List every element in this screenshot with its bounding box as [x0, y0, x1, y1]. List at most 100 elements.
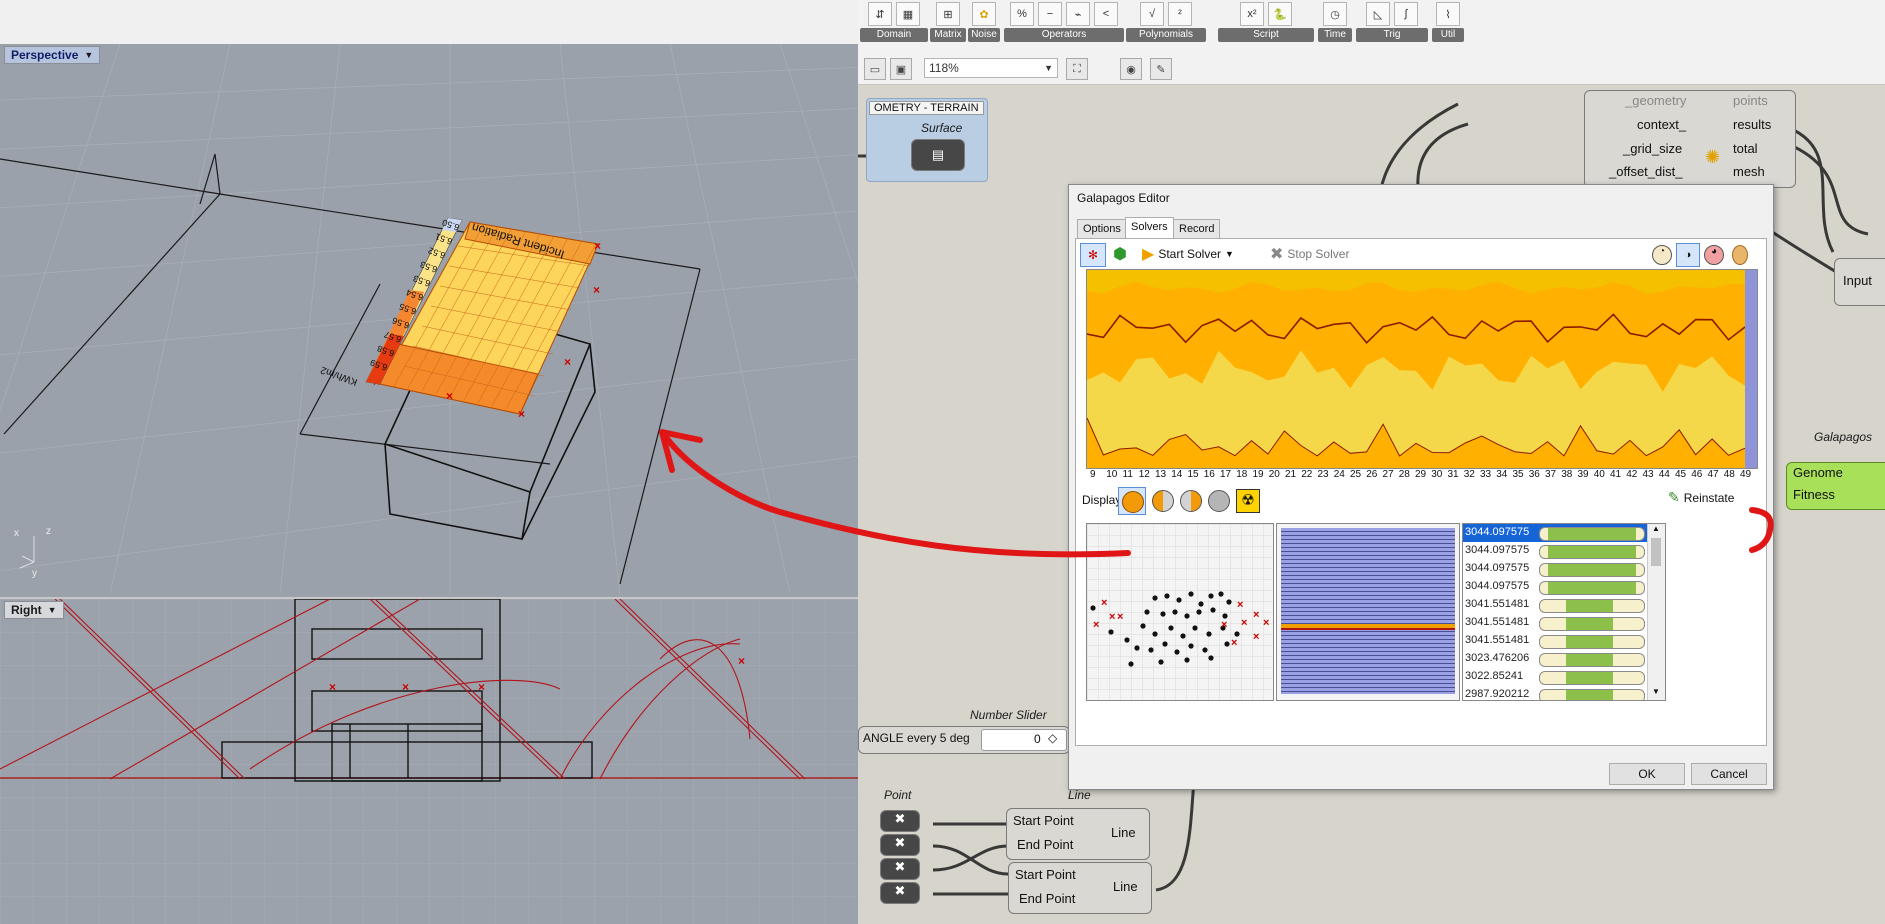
gauge-high-icon[interactable]: ◕	[1704, 245, 1724, 265]
open-file-icon[interactable]: ▭	[864, 58, 886, 80]
line-output-port[interactable]: Line	[1111, 825, 1136, 840]
right-viewport-tab[interactable]: Right ▼	[4, 601, 64, 619]
fitness-port[interactable]: Fitness	[1793, 487, 1835, 502]
viewport-dropdown-icon[interactable]: ▼	[84, 50, 93, 60]
fitness-list-item[interactable]: 3044.097575	[1463, 578, 1665, 596]
fitness-list-item[interactable]: 3041.551481	[1463, 632, 1665, 650]
genome-port[interactable]: Genome	[1793, 465, 1843, 480]
end-point-port[interactable]: End Point	[1019, 891, 1075, 906]
line-component[interactable]: Start Point End Point Line	[1008, 862, 1152, 914]
save-file-icon[interactable]: ▣	[890, 58, 912, 80]
display-half-alt-icon[interactable]	[1180, 490, 1202, 512]
egg-icon[interactable]	[1732, 245, 1748, 265]
ribbon-group-time[interactable]: ◷ Time	[1318, 0, 1352, 42]
preview-eye-icon[interactable]: ◉	[1120, 58, 1142, 80]
zoom-combobox[interactable]: 118% ▼	[924, 58, 1058, 78]
output-mesh[interactable]: mesh	[1733, 164, 1765, 179]
fitness-list-scrollbar[interactable]: ▲ ▼	[1647, 524, 1665, 700]
gate-icon[interactable]: ⌁	[1066, 2, 1090, 26]
util-icon[interactable]: ⌇	[1436, 2, 1460, 26]
gauge-low-icon[interactable]: ◔	[1652, 245, 1672, 265]
evolutionary-solver-icon[interactable]: ✻	[1080, 243, 1106, 267]
stop-solver-button[interactable]: ✖ Stop Solver	[1270, 243, 1349, 265]
viewport-dropdown-icon[interactable]: ▼	[48, 605, 57, 615]
perspective-viewport-tab[interactable]: Perspective ▼	[4, 46, 101, 64]
less-than-icon[interactable]: <	[1094, 2, 1118, 26]
galapagos-component[interactable]: Genome Fitness	[1786, 462, 1885, 510]
subtract-icon[interactable]: −	[1038, 2, 1062, 26]
noise-icon[interactable]: ✿	[972, 2, 996, 26]
perspective-viewport[interactable]: ×××××× Perspective ▼ Incident Radiation …	[0, 43, 858, 595]
ribbon-group-matrix[interactable]: ⊞ Matrix	[930, 0, 966, 42]
input-component[interactable]: Input	[1834, 258, 1885, 306]
output-results[interactable]: results	[1733, 117, 1771, 132]
output-points[interactable]: points	[1733, 93, 1768, 108]
ribbon-group-util[interactable]: ⌇ Util	[1432, 0, 1464, 42]
ribbon-group-trig[interactable]: ◺ ∫ Trig	[1356, 0, 1428, 42]
fitness-list-item[interactable]: 2987.920212	[1463, 686, 1665, 700]
ladybug-radiation-component[interactable]: _geometry context_ _grid_size _offset_di…	[1584, 90, 1796, 188]
expression-icon[interactable]: x²	[1240, 2, 1264, 26]
dropdown-arrow-icon[interactable]: ▼	[1225, 249, 1234, 259]
fitness-list-item[interactable]: 3022.85241	[1463, 668, 1665, 686]
ribbon-group-domain[interactable]: ⇵ ▦ Domain	[860, 0, 928, 42]
scroll-thumb[interactable]	[1651, 538, 1661, 566]
radiation-hazard-icon[interactable]: ☢	[1236, 489, 1260, 513]
cancel-button[interactable]: Cancel	[1691, 763, 1767, 785]
geometry-group[interactable]: OMETRY - TERRAIN Surface ▤	[866, 98, 988, 182]
line-output-port[interactable]: Line	[1113, 879, 1138, 894]
fitness-list-item[interactable]: 3044.097575	[1463, 524, 1665, 542]
matrix-icon[interactable]: ⊞	[936, 2, 960, 26]
point-param-icon[interactable]: ✖	[880, 810, 920, 832]
modulus-icon[interactable]: %	[1010, 2, 1034, 26]
display-half-icon[interactable]	[1152, 490, 1174, 512]
domain-split-icon[interactable]: ▦	[896, 2, 920, 26]
sketch-pen-icon[interactable]: ✎	[1150, 58, 1172, 80]
curve-icon[interactable]: ∫	[1394, 2, 1418, 26]
triangle-icon[interactable]: ◺	[1366, 2, 1390, 26]
fitness-list-item[interactable]: 3044.097575	[1463, 542, 1665, 560]
fitness-list-item[interactable]: 3044.097575	[1463, 560, 1665, 578]
fitness-list-item[interactable]: 3041.551481	[1463, 614, 1665, 632]
tab-record[interactable]: Record	[1173, 219, 1221, 239]
input-geometry[interactable]: _geometry	[1625, 93, 1686, 108]
domain-icon[interactable]: ⇵	[868, 2, 892, 26]
power-icon[interactable]: ²	[1168, 2, 1192, 26]
reinstate-button[interactable]: ✎ Reinstate	[1668, 489, 1734, 506]
point-param-icon[interactable]: ✖	[880, 858, 920, 880]
input-context[interactable]: context_	[1637, 117, 1686, 132]
tab-options[interactable]: Options	[1077, 219, 1127, 239]
square-root-icon[interactable]: √	[1140, 2, 1164, 26]
tab-solvers[interactable]: Solvers	[1125, 217, 1174, 239]
zoom-extents-icon[interactable]: ⛶	[1066, 58, 1088, 80]
fitness-list[interactable]: 3044.097575 3044.097575 3044.097575 3044.09…	[1462, 523, 1666, 701]
gauge-mid-icon[interactable]: ◑	[1676, 243, 1700, 267]
point-param-icon[interactable]: ✖	[880, 882, 920, 904]
surface-param-icon[interactable]: ▤	[911, 139, 965, 171]
ribbon-group-noise[interactable]: ✿ Noise	[968, 0, 1000, 42]
fitness-list-item[interactable]: 3023.476206	[1463, 650, 1665, 668]
point-param-icon[interactable]: ✖	[880, 834, 920, 856]
input-offset-dist[interactable]: _offset_dist_	[1609, 164, 1682, 179]
end-point-port[interactable]: End Point	[1017, 837, 1073, 852]
input-grid-size[interactable]: _grid_size	[1623, 141, 1682, 156]
annealing-solver-icon[interactable]: ⬢	[1108, 243, 1132, 265]
slider-grip-icon[interactable]: ◇	[1048, 731, 1057, 745]
scroll-up-icon[interactable]: ▲	[1652, 524, 1660, 533]
slider-track[interactable]: 0 ◇	[981, 729, 1067, 751]
python-icon[interactable]: 🐍	[1268, 2, 1292, 26]
start-solver-button[interactable]: ▶ Start Solver ▼	[1142, 243, 1234, 265]
right-viewport[interactable]: × × × × Right ▼	[0, 597, 858, 924]
start-point-port[interactable]: Start Point	[1015, 867, 1076, 882]
clock-icon[interactable]: ◷	[1323, 2, 1347, 26]
line-component[interactable]: Start Point End Point Line	[1006, 808, 1150, 860]
fitness-list-item[interactable]: 3041.551481	[1463, 596, 1665, 614]
scroll-down-icon[interactable]: ▼	[1652, 687, 1660, 696]
display-grey-icon[interactable]	[1208, 490, 1230, 512]
display-mode-selected[interactable]	[1118, 487, 1146, 515]
start-point-port[interactable]: Start Point	[1013, 813, 1074, 828]
ribbon-group-script[interactable]: x² 🐍 Script	[1218, 0, 1314, 42]
ribbon-group-polynomials[interactable]: √ ² Polynomials	[1126, 0, 1206, 42]
output-total[interactable]: total	[1733, 141, 1758, 156]
ribbon-group-operators[interactable]: % − ⌁ < Operators	[1004, 0, 1124, 42]
